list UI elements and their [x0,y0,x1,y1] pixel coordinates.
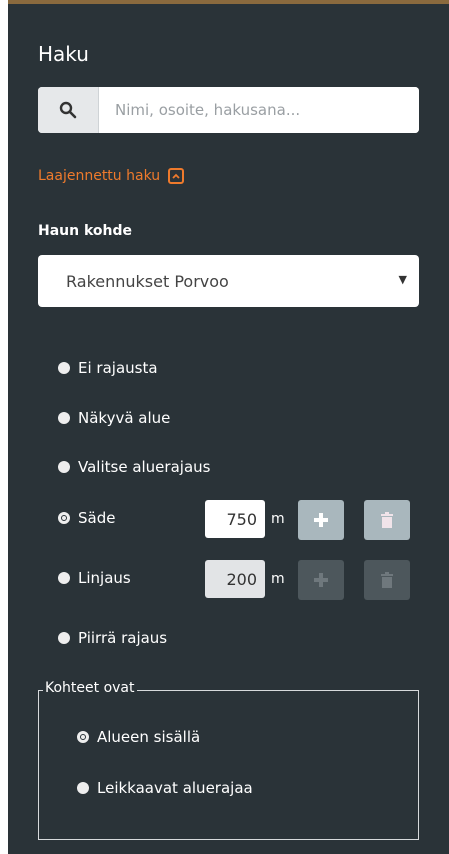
radio-option-intersect[interactable]: Leikkaavat aluerajaa [77,779,253,797]
radio-option-no-limit[interactable]: Ei rajausta [58,359,158,377]
dropdown-arrow-icon: ▼ [398,273,407,286]
search-target-value: Rakennukset Porvoo [66,271,229,291]
collapse-icon [168,168,185,184]
radio-icon [58,632,70,644]
radio-label: Alueen sisällä [97,728,201,746]
line-input[interactable]: 200 [205,560,265,598]
radio-label: Piirrä rajaus [78,629,168,647]
radius-value: 750 [226,509,257,529]
objects-legend: Kohteet ovat [43,680,137,696]
radio-option-select-area[interactable]: Valitse aluerajaus [58,458,210,476]
radio-label: Leikkaavat aluerajaa [97,779,253,797]
radio-label: Ei rajausta [78,359,158,377]
radio-selected-icon [58,512,70,524]
radio-label: Linjaus [78,569,131,587]
search-target-select[interactable]: Rakennukset Porvoo ▼ [38,255,419,307]
advanced-search-toggle[interactable]: Laajennettu haku [38,168,185,184]
radius-input[interactable]: 750 [205,500,265,538]
search-icon [59,101,77,119]
radio-option-visible-area[interactable]: Näkyvä alue [58,409,170,427]
add-radius-button[interactable] [298,500,344,540]
objects-fieldset: Kohteet ovat Alueen sisällä Leikkaavat a… [38,680,419,840]
radio-icon [58,461,70,473]
radio-label: Näkyvä alue [78,409,171,427]
radio-option-radius[interactable]: Säde [58,509,115,527]
radio-option-draw[interactable]: Piirrä rajaus [58,629,167,647]
radius-unit: m [271,511,285,527]
radio-selected-icon [77,731,89,743]
line-unit: m [271,571,285,587]
radio-label: Valitse aluerajaus [78,458,211,476]
radio-option-inside[interactable]: Alueen sisällä [77,728,200,746]
radio-label: Säde [78,509,116,527]
advanced-search-label: Laajennettu haku [38,168,161,184]
search-input[interactable] [99,87,419,133]
search-button[interactable] [38,87,99,133]
radio-icon [58,412,70,424]
search-box [38,87,419,133]
trash-icon [381,512,393,528]
search-target-label: Haun kohde [38,223,133,239]
radio-icon [77,782,89,794]
search-panel: Haku Laajennettu haku Haun kohde Rakennu… [8,0,449,854]
trash-icon [381,572,393,588]
line-value: 200 [226,569,257,589]
plus-icon [314,573,328,587]
add-line-button[interactable] [298,560,344,600]
radio-icon [58,362,70,374]
panel-title: Haku [38,42,89,66]
radio-icon [58,572,70,584]
delete-line-button[interactable] [364,560,410,600]
delete-radius-button[interactable] [364,500,410,540]
radio-option-line[interactable]: Linjaus [58,569,131,587]
plus-icon [314,513,328,527]
